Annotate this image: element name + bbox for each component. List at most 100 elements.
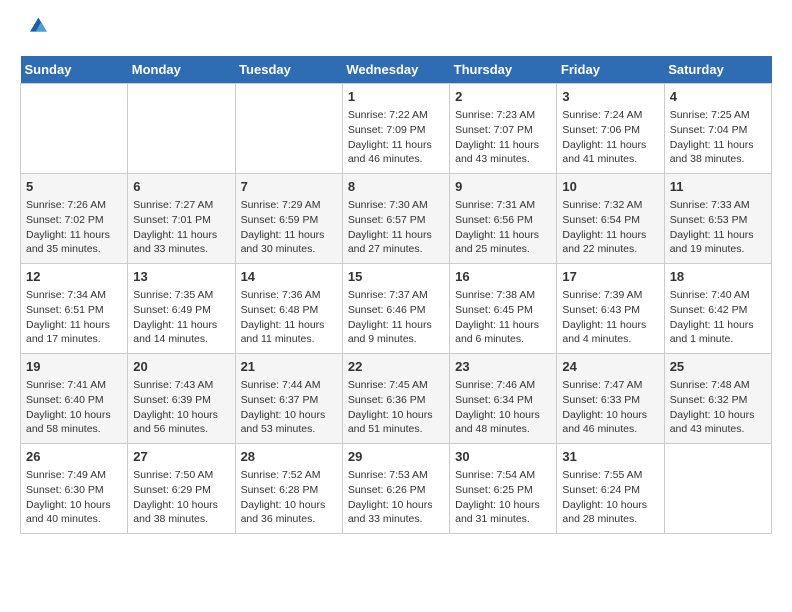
day-info: Sunrise: 7:25 AM Sunset: 7:04 PM Dayligh… <box>670 108 766 167</box>
day-number: 2 <box>455 88 551 106</box>
calendar-cell: 17 Sunrise: 7:39 AM Sunset: 6:43 PM Dayli… <box>557 264 664 354</box>
day-number: 18 <box>670 268 766 286</box>
day-number: 26 <box>26 448 122 466</box>
calendar-cell: 19 Sunrise: 7:41 AM Sunset: 6:40 PM Dayli… <box>21 354 128 444</box>
day-number: 17 <box>562 268 658 286</box>
day-info: Sunrise: 7:29 AM Sunset: 6:59 PM Dayligh… <box>241 198 337 257</box>
day-number: 21 <box>241 358 337 376</box>
calendar-cell: 4 Sunrise: 7:25 AM Sunset: 7:04 PM Daylig… <box>664 84 771 174</box>
day-info: Sunrise: 7:37 AM Sunset: 6:46 PM Dayligh… <box>348 288 444 347</box>
day-info: Sunrise: 7:24 AM Sunset: 7:06 PM Dayligh… <box>562 108 658 167</box>
day-number: 22 <box>348 358 444 376</box>
calendar-cell: 16Sunrise: 7:38 AM Sunset: 6:45 PM Dayli… <box>450 264 557 354</box>
calendar-header: SundayMondayTuesdayWednesdayThursdayFrid… <box>21 56 772 84</box>
page-header <box>20 20 772 40</box>
day-info: Sunrise: 7:39 AM Sunset: 6:43 PM Dayligh… <box>562 288 658 347</box>
day-info: Sunrise: 7:41 AM Sunset: 6:40 PM Dayligh… <box>26 378 122 437</box>
day-number: 20 <box>133 358 229 376</box>
day-number: 7 <box>241 178 337 196</box>
weekday-header: Tuesday <box>235 56 342 84</box>
calendar-cell: 1 Sunrise: 7:22 AM Sunset: 7:09 PM Daylig… <box>342 84 449 174</box>
weekday-header: Monday <box>128 56 235 84</box>
header-row: SundayMondayTuesdayWednesdayThursdayFrid… <box>21 56 772 84</box>
calendar-cell: 11 Sunrise: 7:33 AM Sunset: 6:53 PM Dayli… <box>664 174 771 264</box>
day-info: Sunrise: 7:47 AM Sunset: 6:33 PM Dayligh… <box>562 378 658 437</box>
calendar-cell: 7 Sunrise: 7:29 AM Sunset: 6:59 PM Daylig… <box>235 174 342 264</box>
day-number: 25 <box>670 358 766 376</box>
day-number: 16 <box>455 268 551 286</box>
calendar-cell: 12 Sunrise: 7:34 AM Sunset: 6:51 PM Dayli… <box>21 264 128 354</box>
day-number: 24 <box>562 358 658 376</box>
day-number: 19 <box>26 358 122 376</box>
day-number: 5 <box>26 178 122 196</box>
calendar-cell: 23 Sunrise: 7:46 AM Sunset: 6:34 PM Dayli… <box>450 354 557 444</box>
day-number: 12 <box>26 268 122 286</box>
logo <box>20 20 51 40</box>
day-number: 3 <box>562 88 658 106</box>
calendar-cell: 6 Sunrise: 7:27 AM Sunset: 7:01 PM Daylig… <box>128 174 235 264</box>
day-info: Sunrise: 7:50 AM Sunset: 6:29 PM Dayligh… <box>133 468 229 527</box>
day-info: Sunrise: 7:31 AM Sunset: 6:56 PM Dayligh… <box>455 198 551 257</box>
day-number: 10 <box>562 178 658 196</box>
calendar-week-row: 26 Sunrise: 7:49 AM Sunset: 6:30 PM Dayli… <box>21 444 772 534</box>
calendar-cell: 27 Sunrise: 7:50 AM Sunset: 6:29 PM Dayli… <box>128 444 235 534</box>
logo-icon <box>23 12 51 40</box>
calendar-week-row: 12 Sunrise: 7:34 AM Sunset: 6:51 PM Dayli… <box>21 264 772 354</box>
day-number: 15 <box>348 268 444 286</box>
calendar-cell: 28 Sunrise: 7:52 AM Sunset: 6:28 PM Dayli… <box>235 444 342 534</box>
day-info: Sunrise: 7:33 AM Sunset: 6:53 PM Dayligh… <box>670 198 766 257</box>
day-number: 11 <box>670 178 766 196</box>
calendar-cell: 22 Sunrise: 7:45 AM Sunset: 6:36 PM Dayli… <box>342 354 449 444</box>
day-info: Sunrise: 7:32 AM Sunset: 6:54 PM Dayligh… <box>562 198 658 257</box>
day-number: 9 <box>455 178 551 196</box>
calendar-cell: 2 Sunrise: 7:23 AM Sunset: 7:07 PM Daylig… <box>450 84 557 174</box>
calendar-cell: 29 Sunrise: 7:53 AM Sunset: 6:26 PM Dayli… <box>342 444 449 534</box>
calendar-cell: 9 Sunrise: 7:31 AM Sunset: 6:56 PM Daylig… <box>450 174 557 264</box>
day-info: Sunrise: 7:45 AM Sunset: 6:36 PM Dayligh… <box>348 378 444 437</box>
day-info: Sunrise: 7:40 AM Sunset: 6:42 PM Dayligh… <box>670 288 766 347</box>
calendar-week-row: 1 Sunrise: 7:22 AM Sunset: 7:09 PM Daylig… <box>21 84 772 174</box>
day-info: Sunrise: 7:34 AM Sunset: 6:51 PM Dayligh… <box>26 288 122 347</box>
day-info: Sunrise: 7:27 AM Sunset: 7:01 PM Dayligh… <box>133 198 229 257</box>
calendar-cell: 31Sunrise: 7:55 AM Sunset: 6:24 PM Dayli… <box>557 444 664 534</box>
calendar-cell: 15 Sunrise: 7:37 AM Sunset: 6:46 PM Dayli… <box>342 264 449 354</box>
day-number: 6 <box>133 178 229 196</box>
calendar-cell: 30Sunrise: 7:54 AM Sunset: 6:25 PM Dayli… <box>450 444 557 534</box>
day-info: Sunrise: 7:44 AM Sunset: 6:37 PM Dayligh… <box>241 378 337 437</box>
calendar-cell <box>664 444 771 534</box>
day-number: 29 <box>348 448 444 466</box>
weekday-header: Sunday <box>21 56 128 84</box>
day-number: 14 <box>241 268 337 286</box>
day-number: 4 <box>670 88 766 106</box>
calendar-cell: 20 Sunrise: 7:43 AM Sunset: 6:39 PM Dayli… <box>128 354 235 444</box>
day-info: Sunrise: 7:22 AM Sunset: 7:09 PM Dayligh… <box>348 108 444 167</box>
calendar-cell: 18 Sunrise: 7:40 AM Sunset: 6:42 PM Dayli… <box>664 264 771 354</box>
calendar-cell: 24 Sunrise: 7:47 AM Sunset: 6:33 PM Dayli… <box>557 354 664 444</box>
day-info: Sunrise: 7:43 AM Sunset: 6:39 PM Dayligh… <box>133 378 229 437</box>
day-info: Sunrise: 7:49 AM Sunset: 6:30 PM Dayligh… <box>26 468 122 527</box>
day-info: Sunrise: 7:30 AM Sunset: 6:57 PM Dayligh… <box>348 198 444 257</box>
calendar-cell: 14Sunrise: 7:36 AM Sunset: 6:48 PM Dayli… <box>235 264 342 354</box>
calendar-table: SundayMondayTuesdayWednesdayThursdayFrid… <box>20 56 772 534</box>
calendar-cell: 5Sunrise: 7:26 AM Sunset: 7:02 PM Daylig… <box>21 174 128 264</box>
calendar-body: 1 Sunrise: 7:22 AM Sunset: 7:09 PM Daylig… <box>21 84 772 534</box>
day-info: Sunrise: 7:52 AM Sunset: 6:28 PM Dayligh… <box>241 468 337 527</box>
day-info: Sunrise: 7:54 AM Sunset: 6:25 PM Dayligh… <box>455 468 551 527</box>
day-number: 23 <box>455 358 551 376</box>
day-info: Sunrise: 7:35 AM Sunset: 6:49 PM Dayligh… <box>133 288 229 347</box>
day-number: 28 <box>241 448 337 466</box>
calendar-cell: 8Sunrise: 7:30 AM Sunset: 6:57 PM Daylig… <box>342 174 449 264</box>
weekday-header: Friday <box>557 56 664 84</box>
weekday-header: Thursday <box>450 56 557 84</box>
day-number: 31 <box>562 448 658 466</box>
day-info: Sunrise: 7:53 AM Sunset: 6:26 PM Dayligh… <box>348 468 444 527</box>
calendar-week-row: 19 Sunrise: 7:41 AM Sunset: 6:40 PM Dayli… <box>21 354 772 444</box>
day-number: 13 <box>133 268 229 286</box>
day-info: Sunrise: 7:23 AM Sunset: 7:07 PM Dayligh… <box>455 108 551 167</box>
calendar-cell: 13 Sunrise: 7:35 AM Sunset: 6:49 PM Dayli… <box>128 264 235 354</box>
day-info: Sunrise: 7:46 AM Sunset: 6:34 PM Dayligh… <box>455 378 551 437</box>
day-number: 1 <box>348 88 444 106</box>
calendar-cell: 25 Sunrise: 7:48 AM Sunset: 6:32 PM Dayli… <box>664 354 771 444</box>
day-info: Sunrise: 7:48 AM Sunset: 6:32 PM Dayligh… <box>670 378 766 437</box>
day-number: 27 <box>133 448 229 466</box>
